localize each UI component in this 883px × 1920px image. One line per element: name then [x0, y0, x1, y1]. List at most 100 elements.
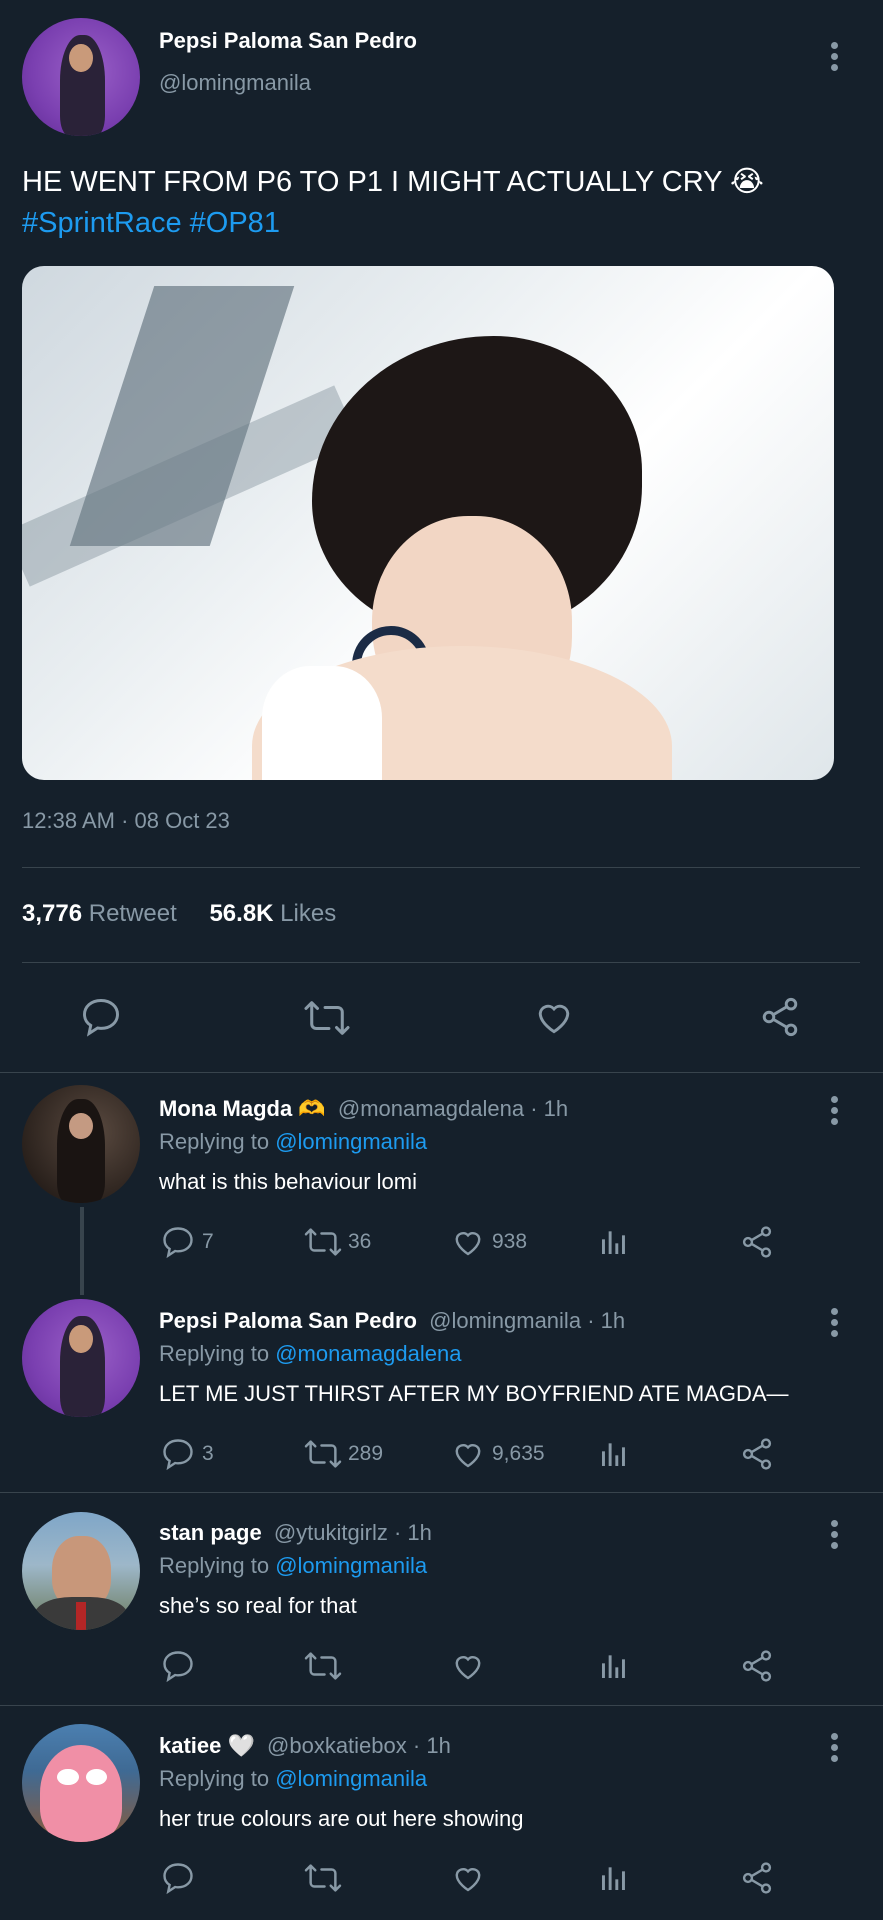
like-button[interactable] — [531, 995, 577, 1039]
retweet-button[interactable]: 289 — [302, 1437, 383, 1471]
tweet-timestamp[interactable]: 12:38 AM · 08 Oct 23 — [22, 808, 230, 834]
mention-link[interactable]: @monamagdalena — [275, 1341, 461, 1366]
replying-to: Replying to @lomingmanila — [159, 1553, 428, 1578]
like-button[interactable]: 9,635 — [449, 1436, 545, 1472]
author-name[interactable]: Mona Magda 🫶 — [159, 1096, 326, 1121]
avatar[interactable] — [22, 18, 140, 136]
heart-icon — [538, 1004, 570, 1034]
share-icon — [742, 1862, 772, 1894]
author-handle[interactable]: @monamagdalena — [338, 1096, 524, 1121]
analytics-button[interactable] — [597, 1862, 631, 1894]
avatar[interactable] — [22, 1299, 140, 1417]
retweet-button[interactable] — [302, 1649, 344, 1683]
share-icon — [742, 1226, 772, 1258]
like-count: 938 — [492, 1230, 528, 1253]
reply-time: · 1h — [412, 1733, 451, 1758]
heart-icon — [455, 1444, 481, 1468]
retweet-count: 36 — [348, 1230, 372, 1253]
reply-text: her true colours are out here showing — [159, 1806, 524, 1831]
author-name[interactable]: katiee 🤍 — [159, 1733, 255, 1758]
divider — [22, 962, 860, 963]
analytics-icon — [602, 1231, 625, 1254]
hashtag-link[interactable]: #OP81 — [190, 207, 280, 239]
replying-to: Replying to @lomingmanila — [159, 1766, 428, 1791]
share-icon — [742, 1650, 772, 1682]
retweet-button[interactable] — [302, 997, 352, 1039]
like-button[interactable] — [449, 1860, 487, 1896]
retweet-icon — [304, 1652, 342, 1680]
reply-time: · 1h — [587, 1308, 626, 1333]
retweet-icon — [304, 1228, 342, 1256]
author-name[interactable]: Pepsi Paloma San Pedro — [159, 28, 417, 54]
avatar[interactable] — [22, 1724, 140, 1842]
analytics-button[interactable] — [597, 1650, 631, 1682]
more-options-icon[interactable] — [831, 1308, 839, 1341]
retweet-count: 289 — [348, 1442, 384, 1465]
author-handle[interactable]: @ytukitgirlz — [274, 1520, 388, 1545]
like-button[interactable] — [449, 1648, 487, 1684]
analytics-button[interactable] — [597, 1438, 631, 1470]
author-handle[interactable]: @lomingmanila — [429, 1308, 581, 1333]
reply-icon — [163, 1439, 193, 1471]
mention-link[interactable]: @lomingmanila — [275, 1553, 427, 1578]
share-icon — [762, 997, 798, 1037]
divider — [22, 867, 860, 868]
reply-header: katiee 🤍 @boxkatiebox · 1h — [159, 1733, 451, 1759]
share-button[interactable] — [738, 1224, 776, 1260]
avatar[interactable] — [22, 1085, 140, 1203]
reply-button[interactable] — [159, 1648, 197, 1684]
author-handle[interactable]: @boxkatiebox — [267, 1733, 407, 1758]
share-button[interactable] — [757, 995, 803, 1039]
reply-header: Mona Magda 🫶 @monamagdalena · 1h — [159, 1096, 568, 1122]
like-button[interactable]: 938 — [449, 1224, 527, 1260]
divider — [0, 1705, 883, 1706]
retweet-icon — [304, 1001, 350, 1035]
reply-button[interactable]: 7 — [159, 1224, 214, 1260]
retweets-link[interactable]: 3,776 Retweet — [22, 900, 183, 927]
more-options-icon[interactable] — [831, 1520, 839, 1553]
heart-icon — [455, 1868, 481, 1892]
reply-count: 3 — [202, 1442, 214, 1465]
more-options-icon[interactable] — [831, 1096, 839, 1129]
mention-link[interactable]: @lomingmanila — [275, 1766, 427, 1791]
reply-button[interactable]: 3 — [159, 1436, 214, 1472]
replying-to: Replying to @monamagdalena — [159, 1341, 462, 1366]
author-name[interactable]: stan page — [159, 1520, 262, 1545]
share-button[interactable] — [738, 1648, 776, 1684]
mention-link[interactable]: @lomingmanila — [275, 1129, 427, 1154]
replying-to: Replying to @lomingmanila — [159, 1129, 428, 1154]
like-count: 9,635 — [492, 1442, 545, 1465]
tweet-text: HE WENT FROM P6 TO P1 I MIGHT ACTUALLY C… — [22, 166, 764, 239]
heart-icon — [455, 1656, 481, 1680]
reply-text: LET ME JUST THIRST AFTER MY BOYFRIEND AT… — [159, 1381, 789, 1406]
analytics-button[interactable] — [597, 1226, 631, 1258]
reply-icon — [163, 1863, 193, 1895]
reply-button[interactable] — [159, 1860, 197, 1896]
more-options-icon[interactable] — [831, 1733, 839, 1766]
reply-time: · 1h — [393, 1520, 432, 1545]
avatar[interactable] — [22, 1512, 140, 1630]
retweet-button[interactable]: 36 — [302, 1225, 371, 1259]
analytics-icon — [602, 1655, 625, 1678]
heart-icon — [455, 1232, 481, 1256]
reply-header: stan page @ytukitgirlz · 1h — [159, 1520, 432, 1546]
share-button[interactable] — [738, 1436, 776, 1472]
divider — [0, 1072, 883, 1073]
reply-icon — [163, 1651, 193, 1683]
reply-icon — [83, 999, 119, 1037]
more-options-icon[interactable] — [831, 42, 839, 75]
retweet-button[interactable] — [302, 1861, 344, 1895]
likes-link[interactable]: 56.8K Likes — [209, 900, 336, 927]
tweet-media-image[interactable] — [22, 266, 834, 780]
reply-icon — [163, 1227, 193, 1259]
reply-count: 7 — [202, 1230, 214, 1253]
retweet-icon — [304, 1864, 342, 1892]
author-name[interactable]: Pepsi Paloma San Pedro — [159, 1308, 417, 1333]
author-handle[interactable]: @lomingmanila — [159, 70, 311, 96]
share-icon — [742, 1438, 772, 1470]
hashtag-link[interactable]: #SprintRace — [22, 207, 182, 239]
reply-text: she’s so real for that — [159, 1593, 357, 1618]
reply-button[interactable] — [78, 995, 124, 1039]
tweet-stats: 3,776 Retweet 56.8K Likes — [22, 900, 336, 928]
share-button[interactable] — [738, 1860, 776, 1896]
